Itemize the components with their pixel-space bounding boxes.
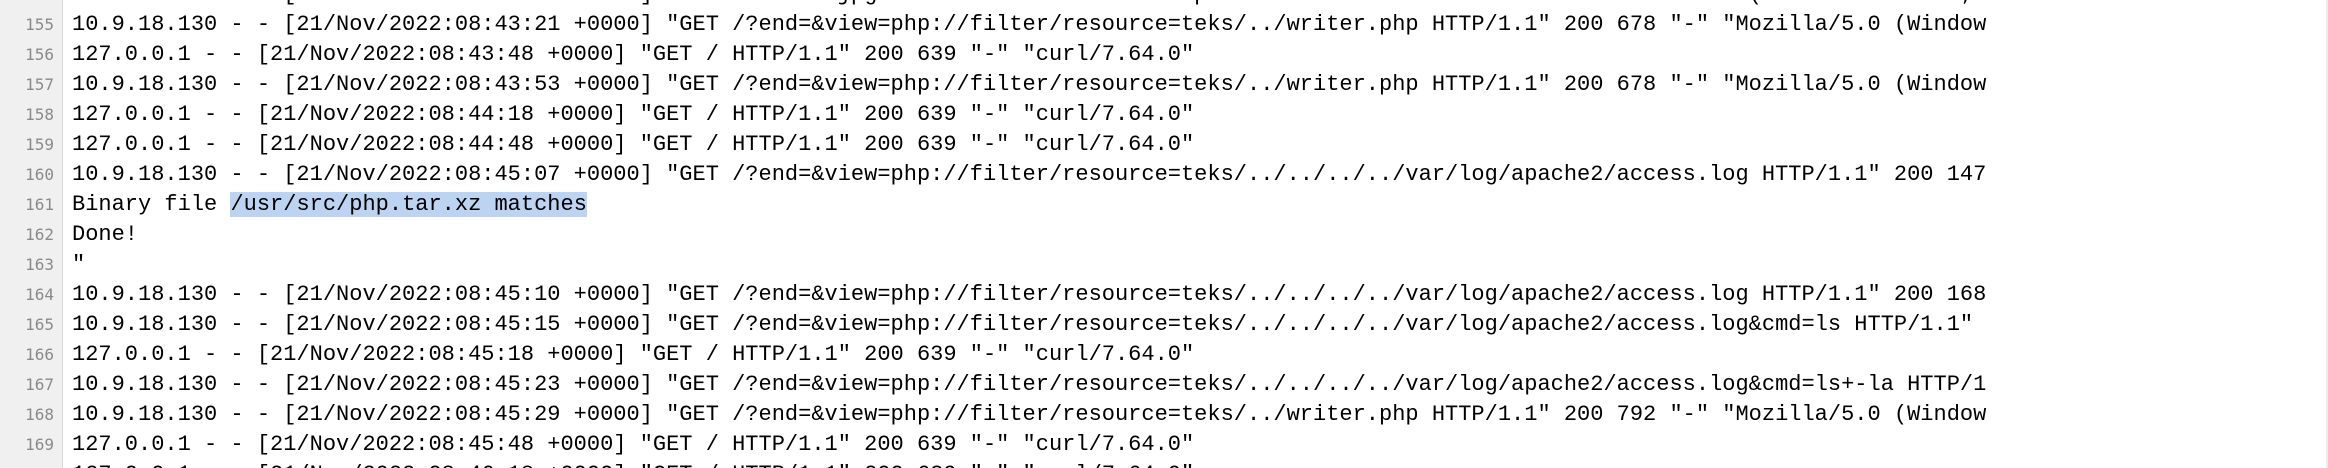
line-text-content: 10.9.18.130 - - [21/Nov/2022:08:45:23 +0…: [72, 372, 1987, 397]
text-line[interactable]: 169 127.0.0.1 - - [21/Nov/2022:08:45:48 +…: [0, 430, 2328, 460]
text-line[interactable]: 166 127.0.0.1 - - [21/Nov/2022:08:45:18 +…: [0, 340, 2328, 370]
text-line[interactable]: 165 10.9.18.130 - - [21/Nov/2022:08:45:15…: [0, 310, 2328, 340]
line-text[interactable]: 10.9.18.130 - - [21/Nov/2022:08:43:53 +0…: [72, 70, 1986, 100]
text-line[interactable]: 160 10.9.18.130 - - [21/Nov/2022:08:45:07…: [0, 160, 2328, 190]
line-text[interactable]: 127.0.0.1 - - [21/Nov/2022:08:45:18 +000…: [72, 340, 1194, 370]
line-text[interactable]: 127.0.0.1 - - [21/Nov/2022:08:44:48 +000…: [72, 130, 1194, 160]
line-text-content: 127.0.0.1 - - [21/Nov/2022:08:45:18 +000…: [72, 342, 1195, 367]
line-number: 164: [25, 285, 54, 304]
line-text-content: 10.9.18.130 - - [21/Nov/2022:08:45:10 +0…: [72, 282, 1987, 307]
text-line[interactable]: 159 127.0.0.1 - - [21/Nov/2022:08:44:48 +…: [0, 130, 2328, 160]
line-number: 168: [25, 405, 54, 424]
text-line[interactable]: 162 Done!: [0, 220, 2328, 250]
line-text-content: 127.0.0.1 - - [21/Nov/2022:08:44:18 +000…: [72, 102, 1195, 127]
line-text-content: 10.9.18.130 - - [21/Nov/2022:08:43:19 +0…: [72, 0, 2000, 7]
line-text[interactable]: 10.9.18.130 - - [21/Nov/2022:08:45:15 +0…: [72, 310, 1973, 340]
text-viewer[interactable]: 154 10.9.18.130 - - [21/Nov/2022:08:43:19…: [0, 0, 2328, 468]
line-text[interactable]: 10.9.18.130 - - [21/Nov/2022:08:45:10 +0…: [72, 280, 1986, 310]
line-text-content: 127.0.0.1 - - [21/Nov/2022:08:43:48 +000…: [72, 42, 1195, 67]
line-number: 165: [25, 315, 54, 334]
line-number: 163: [25, 255, 54, 274]
line-text-content: 10.9.18.130 - - [21/Nov/2022:08:45:15 +0…: [72, 312, 1974, 337]
line-number: 162: [25, 225, 54, 244]
text-line[interactable]: 168 10.9.18.130 - - [21/Nov/2022:08:45:29…: [0, 400, 2328, 430]
line-text[interactable]: ": [72, 250, 85, 280]
selected-text[interactable]: /usr/src/php.tar.xz matches: [230, 192, 587, 217]
line-number: 166: [25, 345, 54, 364]
line-number: 159: [25, 135, 54, 154]
line-text-content: 10.9.18.130 - - [21/Nov/2022:08:43:53 +0…: [72, 72, 1987, 97]
text-line[interactable]: 157 10.9.18.130 - - [21/Nov/2022:08:43:53…: [0, 70, 2328, 100]
line-number: 160: [25, 165, 54, 184]
text-line[interactable]: 164 10.9.18.130 - - [21/Nov/2022:08:45:10…: [0, 280, 2328, 310]
line-text[interactable]: 127.0.0.1 - - [21/Nov/2022:08:46:18 +000…: [72, 460, 1194, 468]
line-number: 154: [0, 0, 54, 10]
line-text-content: Binary file: [72, 192, 231, 217]
line-text-content: 127.0.0.1 - - [21/Nov/2022:08:45:48 +000…: [72, 432, 1195, 457]
text-content[interactable]: 154 10.9.18.130 - - [21/Nov/2022:08:43:19…: [0, 0, 2328, 468]
line-text[interactable]: 127.0.0.1 - - [21/Nov/2022:08:43:48 +000…: [72, 40, 1194, 70]
text-line[interactable]: 158 127.0.0.1 - - [21/Nov/2022:08:44:18 +…: [0, 100, 2328, 130]
line-text-content: 10.9.18.130 - - [21/Nov/2022:08:45:29 +0…: [72, 402, 1987, 427]
line-text[interactable]: Done!: [72, 220, 138, 250]
line-text-content: 127.0.0.1 - - [21/Nov/2022:08:46:18 +000…: [72, 462, 1194, 468]
line-number: 157: [25, 75, 54, 94]
line-text[interactable]: 10.9.18.130 - - [21/Nov/2022:08:43:19 +0…: [72, 0, 2000, 10]
text-line[interactable]: 154 10.9.18.130 - - [21/Nov/2022:08:43:19…: [0, 0, 2328, 10]
line-text-content: 127.0.0.1 - - [21/Nov/2022:08:44:48 +000…: [72, 132, 1195, 157]
line-text-content: ": [72, 252, 86, 277]
line-number: 167: [25, 375, 54, 394]
line-number: 158: [25, 105, 54, 124]
line-number: 161: [25, 195, 54, 214]
text-line[interactable]: 155 10.9.18.130 - - [21/Nov/2022:08:43:21…: [0, 10, 2328, 40]
line-text[interactable]: 127.0.0.1 - - [21/Nov/2022:08:45:48 +000…: [72, 430, 1194, 460]
line-text-content: Done!: [72, 222, 139, 247]
line-text[interactable]: 127.0.0.1 - - [21/Nov/2022:08:44:18 +000…: [72, 100, 1194, 130]
line-number: 169: [25, 435, 54, 454]
text-line[interactable]: 170 127.0.0.1 - - [21/Nov/2022:08:46:18 +…: [0, 460, 2328, 468]
line-number: 156: [25, 45, 54, 64]
line-text[interactable]: 10.9.18.130 - - [21/Nov/2022:08:43:21 +0…: [72, 10, 1986, 40]
line-text[interactable]: 10.9.18.130 - - [21/Nov/2022:08:45:29 +0…: [72, 400, 1986, 430]
line-text[interactable]: 10.9.18.130 - - [21/Nov/2022:08:45:07 +0…: [72, 160, 1986, 190]
line-number: 170: [0, 460, 54, 468]
line-text[interactable]: Binary file /usr/src/php.tar.xz matches: [72, 190, 587, 220]
line-text-content: 10.9.18.130 - - [21/Nov/2022:08:45:07 +0…: [72, 162, 1987, 187]
line-text-content: 10.9.18.130 - - [21/Nov/2022:08:43:21 +0…: [72, 12, 1987, 37]
line-text[interactable]: 10.9.18.130 - - [21/Nov/2022:08:45:23 +0…: [72, 370, 1986, 400]
text-line[interactable]: 156 127.0.0.1 - - [21/Nov/2022:08:43:48 +…: [0, 40, 2328, 70]
text-line[interactable]: 161 Binary file /usr/src/php.tar.xz match…: [0, 190, 2328, 220]
text-line[interactable]: 163 ": [0, 250, 2328, 280]
text-line[interactable]: 167 10.9.18.130 - - [21/Nov/2022:08:45:23…: [0, 370, 2328, 400]
line-number: 155: [25, 15, 54, 34]
